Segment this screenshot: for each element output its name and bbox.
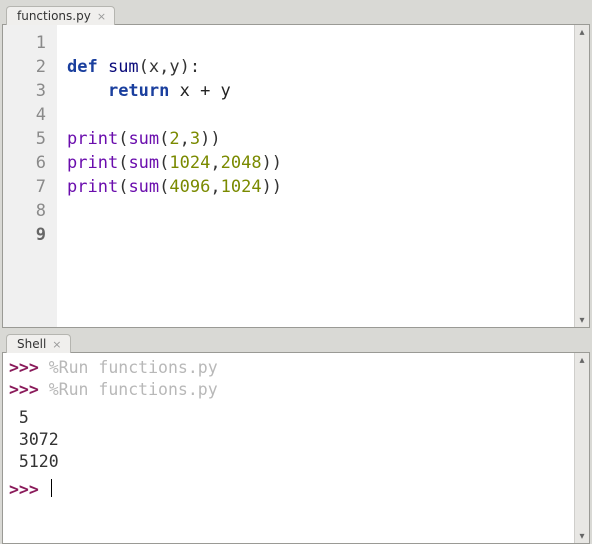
shell-frame: >>> %Run functions.py>>> %Run functions.…: [2, 352, 590, 544]
line-number: 4: [3, 103, 46, 127]
code-line[interactable]: [67, 31, 574, 55]
line-number-gutter: 123456789: [3, 25, 57, 327]
editor-panel: functions.py × 123456789 def sum(x,y): r…: [0, 0, 592, 326]
scroll-up-icon[interactable]: ▴: [575, 353, 589, 367]
scroll-down-icon[interactable]: ▾: [575, 313, 589, 327]
code-line[interactable]: [67, 103, 574, 127]
line-number: 3: [3, 79, 46, 103]
shell-line: 3072: [9, 429, 574, 451]
code-line[interactable]: print(sum(1024,2048)): [67, 151, 574, 175]
text-cursor: [51, 479, 52, 497]
editor-tabbar: functions.py ×: [2, 2, 590, 24]
shell-output[interactable]: >>> %Run functions.py>>> %Run functions.…: [3, 353, 574, 543]
code-editor[interactable]: def sum(x,y): return x + y print(sum(2,3…: [57, 25, 574, 327]
shell-tab[interactable]: Shell ×: [6, 334, 71, 353]
shell-tabbar: Shell ×: [2, 330, 590, 352]
shell-input-line[interactable]: >>>: [9, 479, 574, 501]
shell-scrollbar[interactable]: ▴ ▾: [574, 353, 589, 543]
shell-line: 5: [9, 407, 574, 429]
code-line[interactable]: [67, 223, 574, 247]
code-line[interactable]: [67, 199, 574, 223]
close-icon[interactable]: ×: [52, 339, 61, 350]
code-line[interactable]: print(sum(4096,1024)): [67, 175, 574, 199]
scroll-down-icon[interactable]: ▾: [575, 529, 589, 543]
scroll-up-icon[interactable]: ▴: [575, 25, 589, 39]
shell-panel: Shell × >>> %Run functions.py>>> %Run fu…: [0, 328, 592, 542]
line-number: 1: [3, 31, 46, 55]
shell-tab-label: Shell: [17, 337, 46, 351]
line-number: 5: [3, 127, 46, 151]
close-icon[interactable]: ×: [97, 11, 106, 22]
line-number: 2: [3, 55, 46, 79]
code-line[interactable]: print(sum(2,3)): [67, 127, 574, 151]
editor-tab[interactable]: functions.py ×: [6, 6, 115, 25]
editor-tab-label: functions.py: [17, 9, 91, 23]
editor-scrollbar[interactable]: ▴ ▾: [574, 25, 589, 327]
line-number: 7: [3, 175, 46, 199]
shell-line: >>> %Run functions.py: [9, 379, 574, 401]
line-number: 6: [3, 151, 46, 175]
shell-line: 5120: [9, 451, 574, 473]
code-line[interactable]: return x + y: [67, 79, 574, 103]
shell-line: >>> %Run functions.py: [9, 357, 574, 379]
line-number: 8: [3, 199, 46, 223]
editor-frame: 123456789 def sum(x,y): return x + y pri…: [2, 24, 590, 328]
line-number: 9: [3, 223, 46, 247]
code-line[interactable]: def sum(x,y):: [67, 55, 574, 79]
